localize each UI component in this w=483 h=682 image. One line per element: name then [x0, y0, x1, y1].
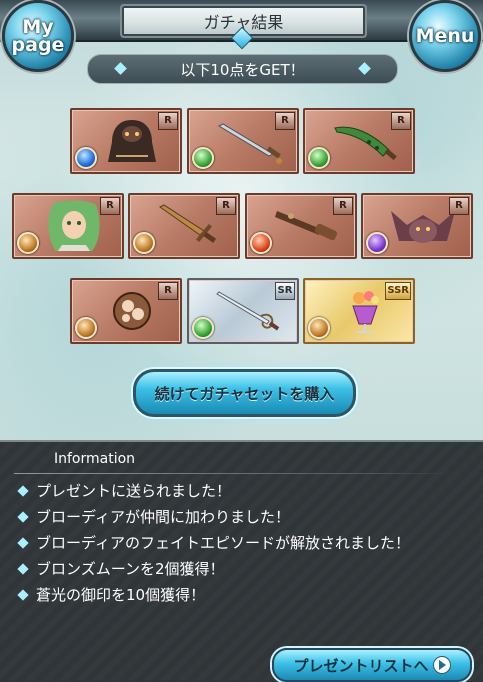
- rarity-badge: R: [391, 112, 411, 130]
- item-card[interactable]: SR: [187, 278, 299, 344]
- information-text: 蒼光の御印を10個獲得！: [36, 586, 206, 604]
- mypage-button[interactable]: My page: [2, 0, 74, 72]
- rarity-badge: SR: [275, 282, 295, 300]
- information-text: ブローディアが仲間に加わりました！: [36, 508, 290, 526]
- divider: [14, 473, 454, 474]
- information-text: プレゼントに送られました！: [36, 482, 232, 500]
- item-card[interactable]: R: [303, 108, 415, 174]
- earth-element-icon: [75, 317, 97, 339]
- continue-gacha-button[interactable]: 続けてガチャセットを購入: [133, 369, 356, 417]
- present-list-label: プレゼントリストへ: [293, 656, 429, 675]
- information-item: ブロンズムーンを2個獲得！: [14, 556, 464, 582]
- rarity-badge: R: [158, 112, 178, 130]
- rarity-badge: R: [216, 197, 236, 215]
- item-card[interactable]: R: [70, 108, 182, 174]
- diamond-bullet-icon: [17, 537, 29, 549]
- rarity-badge: R: [449, 197, 469, 215]
- diamond-icon: [358, 62, 371, 75]
- rarity-badge: R: [158, 282, 178, 300]
- earth-element-icon: [308, 317, 330, 339]
- diamond-bullet-icon: [17, 589, 29, 601]
- rarity-badge: R: [275, 112, 295, 130]
- diamond-bullet-icon: [17, 563, 29, 575]
- item-card[interactable]: R: [70, 278, 182, 344]
- information-item: ブローディアのフェイトエピソードが解放されました！: [14, 530, 464, 556]
- information-text: ブロンズムーンを2個獲得！: [36, 560, 225, 578]
- water-element-icon: [75, 147, 97, 169]
- item-card[interactable]: R: [361, 193, 473, 259]
- wind-element-icon: [192, 147, 214, 169]
- get-banner-text: 以下10点をGET！: [180, 60, 305, 79]
- earth-element-icon: [17, 232, 39, 254]
- item-card[interactable]: R: [128, 193, 240, 259]
- diamond-bullet-icon: [17, 485, 29, 497]
- information-item: プレゼントに送られました！: [14, 478, 464, 504]
- menu-button[interactable]: Menu: [409, 0, 481, 72]
- rarity-badge: SSR: [385, 282, 411, 300]
- item-card[interactable]: R: [12, 193, 124, 259]
- information-panel: Information プレゼントに送られました！ ブローディアが仲間に加わりま…: [0, 440, 483, 681]
- information-item: 蒼光の御印を10個獲得！: [14, 582, 464, 608]
- fire-element-icon: [250, 232, 272, 254]
- present-list-button[interactable]: プレゼントリストへ: [272, 648, 472, 682]
- item-card[interactable]: R: [245, 193, 357, 259]
- item-card[interactable]: SSR: [303, 278, 415, 344]
- diamond-icon: [114, 62, 127, 75]
- earth-element-icon: [133, 232, 155, 254]
- information-text: ブローディアのフェイトエピソードが解放されました！: [36, 534, 410, 552]
- information-list: プレゼントに送られました！ ブローディアが仲間に加わりました！ ブローディアのフ…: [14, 478, 464, 608]
- dark-element-icon: [366, 232, 388, 254]
- get-banner: 以下10点をGET！: [87, 54, 398, 84]
- rarity-badge: R: [333, 197, 353, 215]
- information-title: Information: [54, 451, 136, 467]
- wind-element-icon: [192, 317, 214, 339]
- wind-element-icon: [308, 147, 330, 169]
- item-card[interactable]: R: [187, 108, 299, 174]
- rarity-badge: R: [100, 197, 120, 215]
- information-item: ブローディアが仲間に加わりました！: [14, 504, 464, 530]
- diamond-bullet-icon: [17, 511, 29, 523]
- arrow-right-icon: [432, 656, 451, 674]
